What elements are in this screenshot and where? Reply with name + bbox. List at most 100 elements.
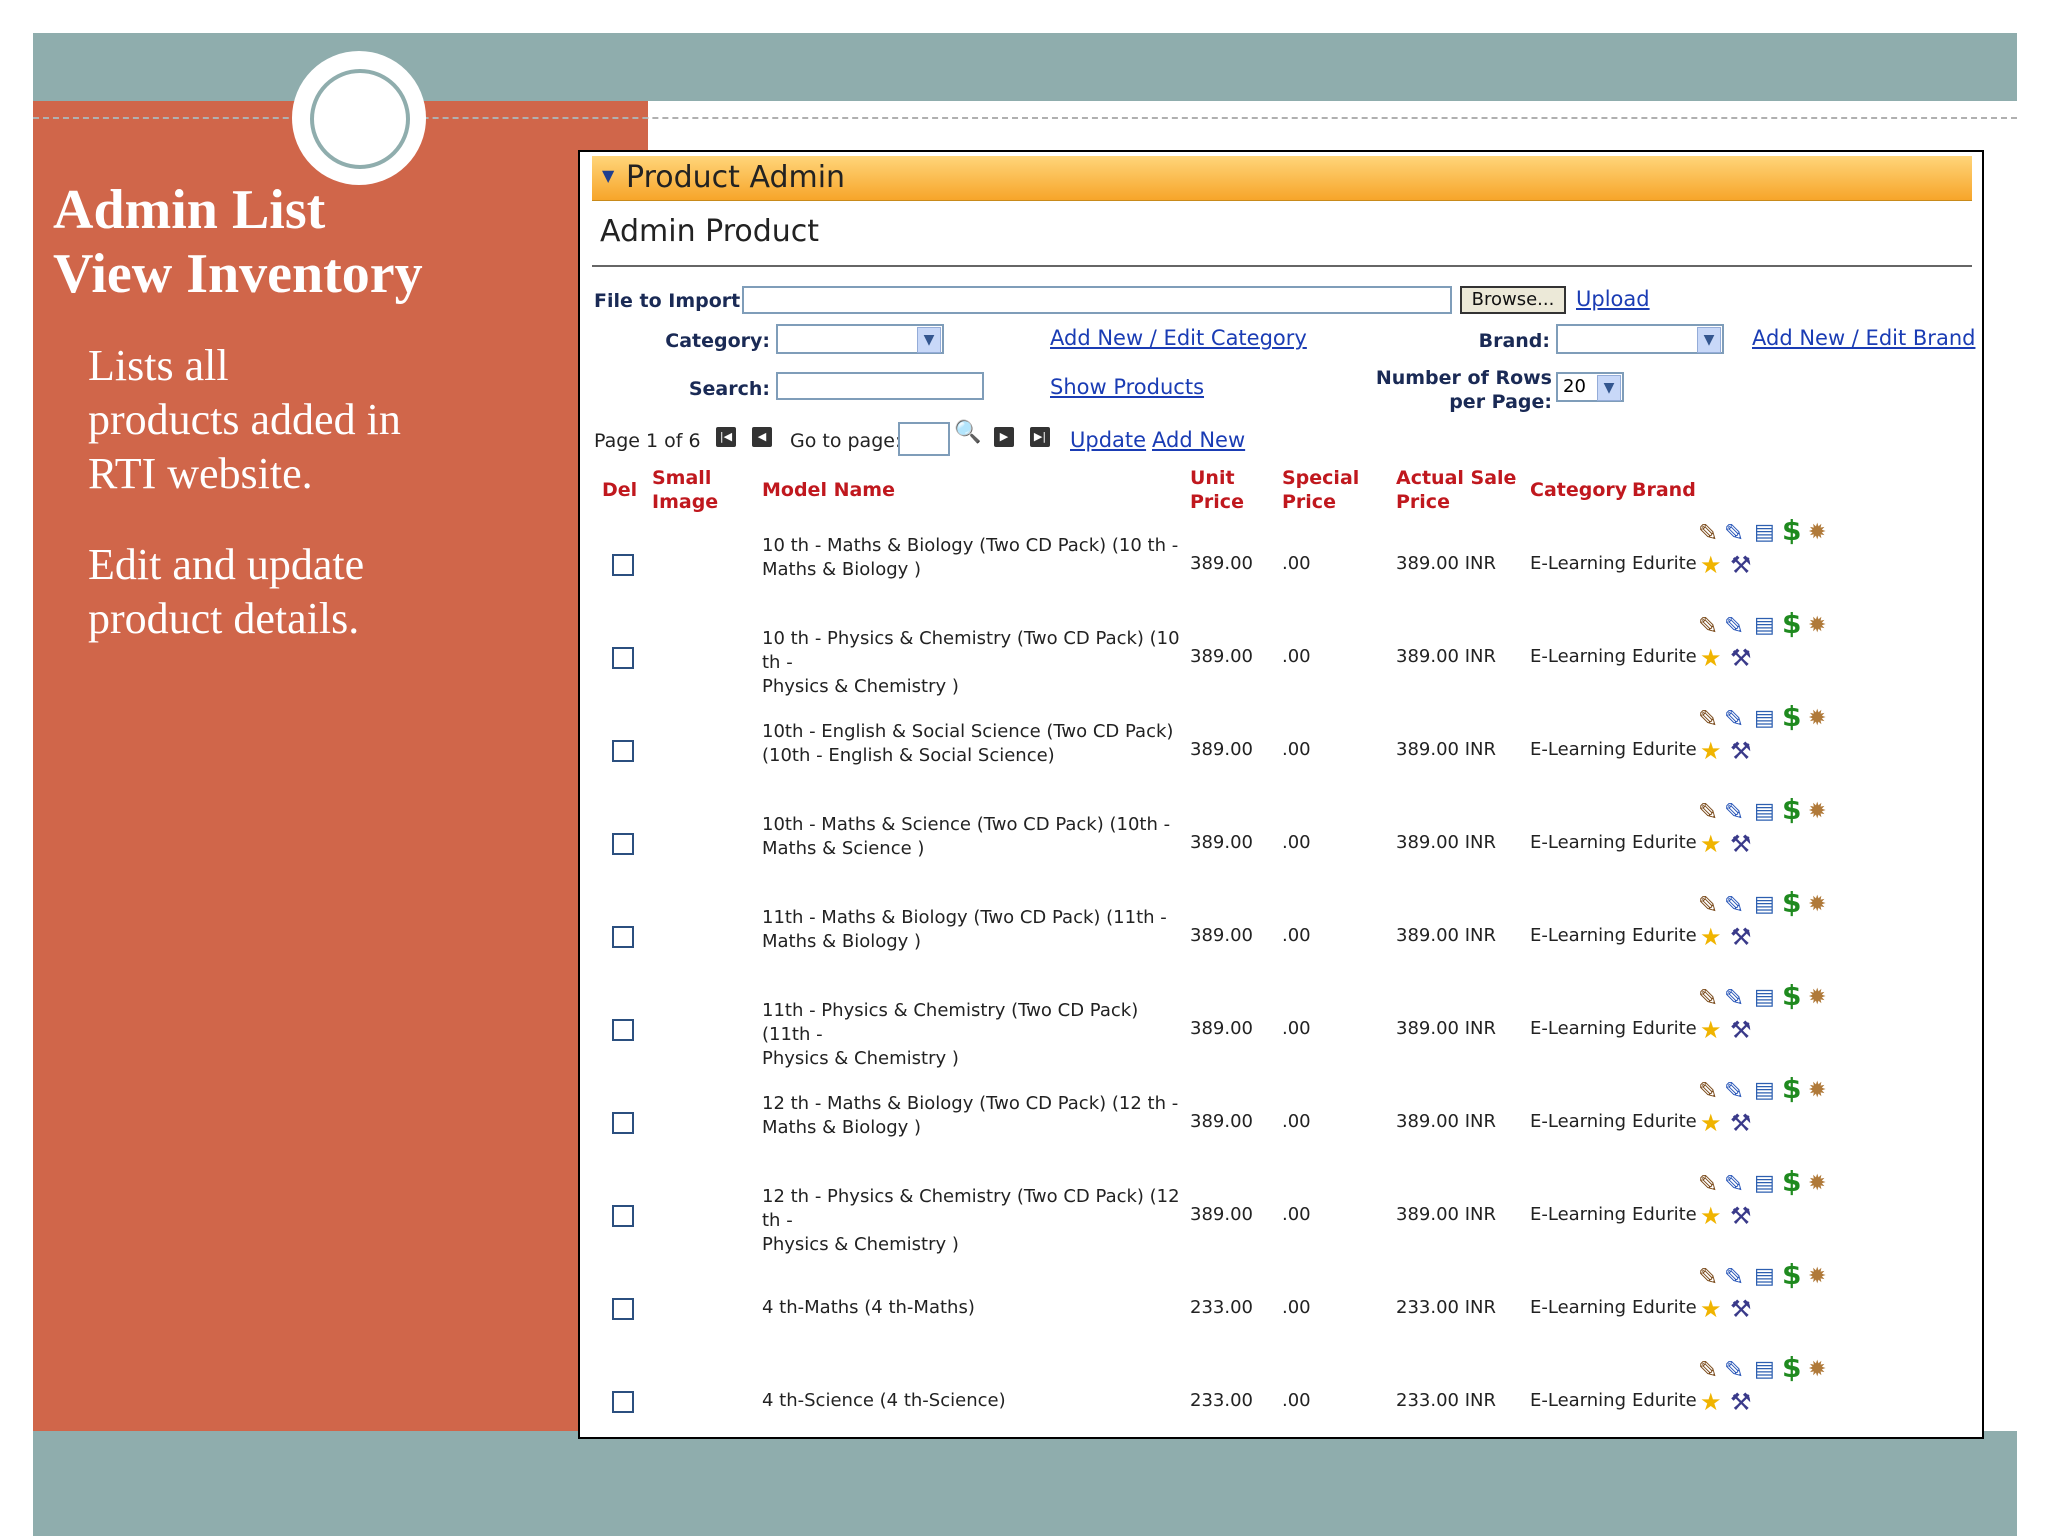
copy-icon[interactable]: ▤ [1754,1171,1775,1197]
settings-gear-icon[interactable]: ✹ [1808,613,1826,639]
edit-blue-pencil-icon[interactable]: ✎ [1724,799,1744,825]
copy-icon[interactable]: ▤ [1754,706,1775,732]
price-dollar-icon[interactable]: $ [1782,1354,1801,1382]
edit-blue-pencil-icon[interactable]: ✎ [1724,613,1744,639]
featured-star-icon[interactable]: ★ [1700,831,1722,857]
tools-icon[interactable]: ⚒ [1730,1110,1752,1136]
delete-checkbox[interactable] [612,740,634,762]
chevron-down-icon[interactable]: ▼ [917,327,941,353]
price-dollar-icon[interactable]: $ [1782,1261,1801,1289]
add-new-link[interactable]: Add New [1152,428,1245,452]
edit-pencil-icon[interactable]: ✎ [1698,706,1718,732]
featured-star-icon[interactable]: ★ [1700,924,1722,950]
featured-star-icon[interactable]: ★ [1700,552,1722,578]
tools-icon[interactable]: ⚒ [1730,552,1752,578]
tools-icon[interactable]: ⚒ [1730,1296,1752,1322]
featured-star-icon[interactable]: ★ [1700,738,1722,764]
settings-gear-icon[interactable]: ✹ [1808,892,1826,918]
settings-gear-icon[interactable]: ✹ [1808,706,1826,732]
price-dollar-icon[interactable]: $ [1782,796,1801,824]
price-dollar-icon[interactable]: $ [1782,610,1801,638]
first-page-icon[interactable]: |◀ [716,427,736,447]
delete-checkbox[interactable] [612,1298,634,1320]
tools-icon[interactable]: ⚒ [1730,645,1752,671]
featured-star-icon[interactable]: ★ [1700,645,1722,671]
featured-star-icon[interactable]: ★ [1700,1296,1722,1322]
edit-blue-pencil-icon[interactable]: ✎ [1724,1357,1744,1383]
copy-icon[interactable]: ▤ [1754,1264,1775,1290]
featured-star-icon[interactable]: ★ [1700,1110,1722,1136]
delete-checkbox[interactable] [612,833,634,855]
tools-icon[interactable]: ⚒ [1730,831,1752,857]
edit-blue-pencil-icon[interactable]: ✎ [1724,520,1744,546]
delete-checkbox[interactable] [612,1205,634,1227]
tools-icon[interactable]: ⚒ [1730,738,1752,764]
edit-blue-pencil-icon[interactable]: ✎ [1724,706,1744,732]
price-dollar-icon[interactable]: $ [1782,703,1801,731]
edit-pencil-icon[interactable]: ✎ [1698,1171,1718,1197]
edit-blue-pencil-icon[interactable]: ✎ [1724,1171,1744,1197]
delete-checkbox[interactable] [612,1391,634,1413]
edit-pencil-icon[interactable]: ✎ [1698,892,1718,918]
file-import-input[interactable] [742,286,1452,314]
rows-per-page-select[interactable]: 20 ▼ [1556,372,1624,402]
featured-star-icon[interactable]: ★ [1700,1203,1722,1229]
price-dollar-icon[interactable]: $ [1782,1075,1801,1103]
delete-checkbox[interactable] [612,1112,634,1134]
price-dollar-icon[interactable]: $ [1782,889,1801,917]
copy-icon[interactable]: ▤ [1754,892,1775,918]
edit-pencil-icon[interactable]: ✎ [1698,613,1718,639]
tools-icon[interactable]: ⚒ [1730,1389,1752,1415]
delete-checkbox[interactable] [612,1019,634,1041]
search-icon[interactable]: 🔍 [954,420,981,446]
settings-gear-icon[interactable]: ✹ [1808,985,1826,1011]
collapse-arrow-icon[interactable]: ▼ [602,166,614,185]
goto-page-input[interactable] [898,422,950,456]
featured-star-icon[interactable]: ★ [1700,1389,1722,1415]
price-dollar-icon[interactable]: $ [1782,982,1801,1010]
edit-blue-pencil-icon[interactable]: ✎ [1724,985,1744,1011]
delete-checkbox[interactable] [612,926,634,948]
edit-blue-pencil-icon[interactable]: ✎ [1724,892,1744,918]
edit-pencil-icon[interactable]: ✎ [1698,1357,1718,1383]
last-page-icon[interactable]: ▶| [1030,427,1050,447]
price-dollar-icon[interactable]: $ [1782,517,1801,545]
featured-star-icon[interactable]: ★ [1700,1017,1722,1043]
previous-page-icon[interactable]: ◀ [752,427,772,447]
copy-icon[interactable]: ▤ [1754,985,1775,1011]
tools-icon[interactable]: ⚒ [1730,924,1752,950]
category-select[interactable]: ▼ [776,324,944,354]
tools-icon[interactable]: ⚒ [1730,1203,1752,1229]
next-page-icon[interactable]: ▶ [994,427,1014,447]
copy-icon[interactable]: ▤ [1754,799,1775,825]
search-input[interactable] [776,372,984,400]
add-edit-category-link[interactable]: Add New / Edit Category [1050,326,1307,350]
copy-icon[interactable]: ▤ [1754,1078,1775,1104]
show-products-link[interactable]: Show Products [1050,375,1204,399]
edit-pencil-icon[interactable]: ✎ [1698,1264,1718,1290]
settings-gear-icon[interactable]: ✹ [1808,1078,1826,1104]
edit-pencil-icon[interactable]: ✎ [1698,799,1718,825]
copy-icon[interactable]: ▤ [1754,520,1775,546]
copy-icon[interactable]: ▤ [1754,613,1775,639]
chevron-down-icon[interactable]: ▼ [1697,327,1721,353]
update-link[interactable]: Update [1070,428,1146,452]
tools-icon[interactable]: ⚒ [1730,1017,1752,1043]
settings-gear-icon[interactable]: ✹ [1808,1357,1826,1383]
edit-blue-pencil-icon[interactable]: ✎ [1724,1078,1744,1104]
edit-pencil-icon[interactable]: ✎ [1698,985,1718,1011]
settings-gear-icon[interactable]: ✹ [1808,520,1826,546]
chevron-down-icon[interactable]: ▼ [1597,375,1621,401]
brand-select[interactable]: ▼ [1556,324,1724,354]
edit-pencil-icon[interactable]: ✎ [1698,1078,1718,1104]
product-admin-header[interactable]: ▼ Product Admin [592,156,1972,201]
copy-icon[interactable]: ▤ [1754,1357,1775,1383]
upload-link[interactable]: Upload [1576,287,1650,311]
delete-checkbox[interactable] [612,647,634,669]
edit-blue-pencil-icon[interactable]: ✎ [1724,1264,1744,1290]
edit-pencil-icon[interactable]: ✎ [1698,520,1718,546]
browse-button[interactable]: Browse... [1460,286,1566,314]
delete-checkbox[interactable] [612,554,634,576]
settings-gear-icon[interactable]: ✹ [1808,1171,1826,1197]
settings-gear-icon[interactable]: ✹ [1808,799,1826,825]
